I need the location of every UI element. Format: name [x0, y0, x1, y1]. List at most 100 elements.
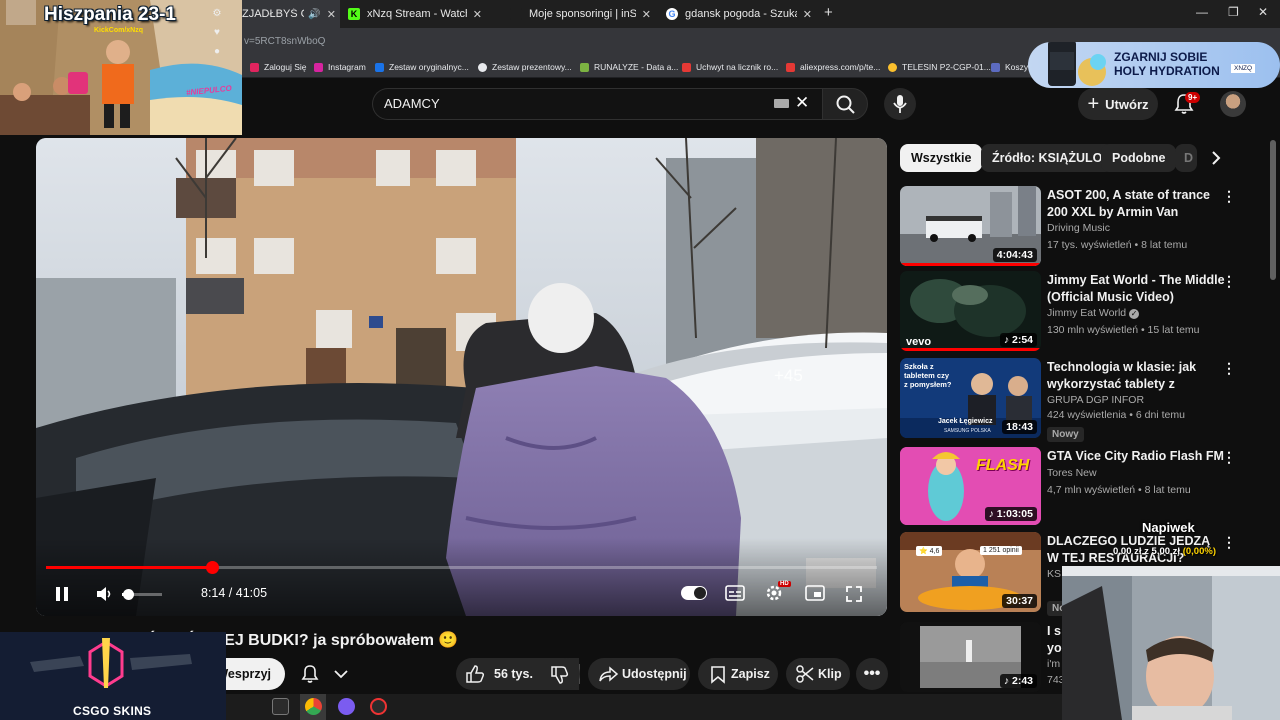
video-thumbnail[interactable]: FLASH ♪ 1:03:05 — [900, 447, 1041, 525]
duration-text: 2:54 — [1011, 334, 1033, 346]
progress-bar[interactable] — [46, 561, 877, 574]
voice-search-button[interactable] — [884, 88, 916, 120]
watched-progress-bar — [900, 263, 1041, 266]
video-title[interactable]: ASOT 200, A state of trance 200 XXL by A… — [1047, 187, 1225, 221]
tab-instreamly[interactable]: Moje sponsoringi | inStreamly ✕ — [510, 0, 655, 28]
video-title[interactable]: GTA Vice City Radio Flash FM — [1047, 448, 1225, 466]
more-vertical-icon[interactable]: ⋮ — [1222, 273, 1236, 290]
recommended-video[interactable]: 4:04:43 ASOT 200, A state of trance 200 … — [900, 186, 1260, 266]
chip-truncated[interactable]: D — [1175, 144, 1197, 172]
clip-label: Klip — [818, 667, 842, 681]
channel-name[interactable]: Tores New — [1047, 467, 1097, 479]
video-title[interactable]: Technologia w klasie: jak wykorzystać ta… — [1047, 359, 1225, 393]
channel-name[interactable]: i'm — [1047, 658, 1060, 670]
search-query-text[interactable]: ADAMCY — [384, 96, 440, 111]
close-tab-icon[interactable]: ✕ — [797, 8, 812, 21]
chrome-icon[interactable] — [305, 698, 322, 715]
user-avatar[interactable] — [1220, 91, 1246, 117]
terminal-icon[interactable] — [272, 698, 289, 715]
create-label: Utwórz — [1105, 96, 1149, 112]
bookmark-item[interactable]: Zaloguj Się — [250, 59, 307, 75]
create-button[interactable]: + Utwórz — [1078, 88, 1158, 120]
save-button[interactable]: Zapisz — [698, 658, 778, 690]
close-tab-icon[interactable]: ✕ — [467, 8, 482, 21]
bookmark-item[interactable]: TELESIN P2-CGP-01... — [888, 59, 991, 75]
video-thumbnail[interactable]: ⭐ 4,6 1 251 opinii 30:37 — [900, 532, 1041, 612]
fullscreen-icon[interactable] — [844, 584, 864, 604]
channel-name[interactable]: KS — [1047, 568, 1061, 580]
more-vertical-icon[interactable]: ⋮ — [1222, 534, 1236, 551]
subtitles-icon[interactable] — [724, 584, 746, 602]
more-vertical-icon[interactable]: ⋮ — [1222, 360, 1236, 377]
search-button[interactable] — [822, 88, 868, 120]
close-window-button[interactable]: ✕ — [1258, 5, 1268, 19]
channel-name[interactable]: Jimmy Eat World ✓ — [1047, 307, 1140, 319]
channel-name[interactable]: Driving Music — [1047, 222, 1110, 234]
tab-kick-stream[interactable]: K xNzq Stream - Watch Live on K ✕ — [348, 0, 486, 28]
volume-slider[interactable] — [122, 589, 162, 600]
bookmark-item[interactable]: Uchwyt na licznik ro... — [682, 59, 778, 75]
recommended-video[interactable]: Szkoła z tabletem czy z pomysłem? Jacek … — [900, 358, 1260, 442]
bookmark-label: Zestaw prezentowy... — [492, 62, 572, 72]
bookmark-item[interactable]: Zestaw oryginalnyc... — [375, 59, 469, 75]
autoplay-toggle[interactable] — [681, 586, 707, 600]
video-duration: 30:37 — [1002, 594, 1037, 608]
volume-handle[interactable] — [123, 589, 134, 600]
page-scrollbar[interactable] — [1270, 140, 1276, 280]
chip-similar[interactable]: Podobne — [1101, 144, 1177, 172]
url-text[interactable]: v=5RCT8snWboQ — [244, 36, 325, 47]
miniplayer-icon[interactable] — [804, 584, 826, 602]
save-label: Zapisz — [731, 667, 770, 681]
video-thumbnail[interactable]: vevo ♪ 2:54 — [900, 271, 1041, 351]
bookmark-item[interactable]: Zestaw prezentowy... — [478, 59, 572, 75]
bookmark-item[interactable]: Koszyk — [991, 59, 1032, 75]
video-meta: 4,7 mln wyświetleń • 8 lat temu — [1047, 484, 1191, 496]
reviews-badge: 1 251 opinii — [980, 546, 1022, 555]
video-thumbnail[interactable]: 4:04:43 — [900, 186, 1041, 266]
subscription-bell-button[interactable] — [292, 658, 354, 690]
tab-google-weather[interactable]: G gdansk pogoda - Szukaj w Goo ✕ — [666, 0, 816, 28]
close-tab-icon[interactable]: ✕ — [321, 8, 336, 21]
close-tab-icon[interactable]: ✕ — [636, 8, 651, 21]
keyboard-icon[interactable] — [774, 99, 789, 108]
channel-name[interactable]: GRUPA DGP INFOR — [1047, 394, 1144, 406]
speaker-icon[interactable]: 🔊 — [308, 9, 320, 20]
volume-icon[interactable] — [94, 584, 116, 604]
controls-gradient — [36, 538, 887, 616]
chevron-right-icon[interactable] — [1204, 146, 1228, 170]
bookmark-label: TELESIN P2-CGP-01... — [902, 62, 991, 72]
share-button[interactable]: Udostępnij — [588, 658, 690, 690]
obs-icon[interactable] — [370, 698, 387, 715]
pause-icon[interactable] — [52, 584, 72, 604]
progress-fill — [46, 566, 213, 569]
bookmark-item[interactable]: aliexpress.com/p/te... — [786, 59, 880, 75]
clear-search-icon[interactable]: ✕ — [795, 93, 809, 113]
verified-check-icon: ✓ — [1129, 309, 1140, 319]
chip-all[interactable]: Wszystkie — [900, 144, 983, 172]
maximize-button[interactable]: ❐ — [1228, 5, 1239, 19]
chip-source[interactable]: Źródło: KSIĄŻULO — [981, 144, 1114, 172]
sponsor-code: XNZQ — [1231, 64, 1256, 73]
tab-label: xNzq Stream - Watch Live on K — [367, 8, 467, 20]
autoplay-toggle-knob — [694, 587, 706, 599]
video-player[interactable]: +45 8:14 / 41:05 HD — [36, 138, 887, 616]
bookmark-item[interactable]: Instagram — [314, 59, 366, 75]
app-icon[interactable] — [338, 698, 355, 715]
sponsor-headline-line2: HOLY HYDRATION — [1114, 64, 1220, 78]
bookmark-item[interactable]: RUNALYZE - Data a... — [580, 59, 678, 75]
clip-button[interactable]: Klip — [786, 658, 850, 690]
recommended-video[interactable]: vevo ♪ 2:54 Jimmy Eat World - The Middle… — [900, 271, 1260, 351]
more-actions-button[interactable]: ••• — [856, 658, 888, 690]
more-vertical-icon[interactable]: ⋮ — [1222, 188, 1236, 205]
minimize-button[interactable]: — — [1196, 5, 1208, 19]
video-title[interactable]: Jimmy Eat World - The Middle (Official M… — [1047, 272, 1225, 306]
new-tab-button[interactable]: + — [824, 4, 833, 21]
overlay-subtitle: KickCom/xNzq — [94, 27, 144, 34]
recommended-video[interactable]: FLASH ♪ 1:03:05 GTA Vice City Radio Flas… — [900, 447, 1260, 527]
dislike-button[interactable] — [536, 658, 580, 690]
video-thumbnail[interactable]: ♪ 2:43 — [900, 622, 1041, 692]
tab-youtube-video[interactable]: ZJADŁBYŚ COŚ Z 🔊 ✕ — [242, 0, 340, 28]
video-thumbnail[interactable]: Szkoła z tabletem czy z pomysłem? Jacek … — [900, 358, 1041, 438]
bookmark-label: Zaloguj Się — [264, 62, 307, 72]
more-vertical-icon[interactable]: ⋮ — [1222, 449, 1236, 466]
